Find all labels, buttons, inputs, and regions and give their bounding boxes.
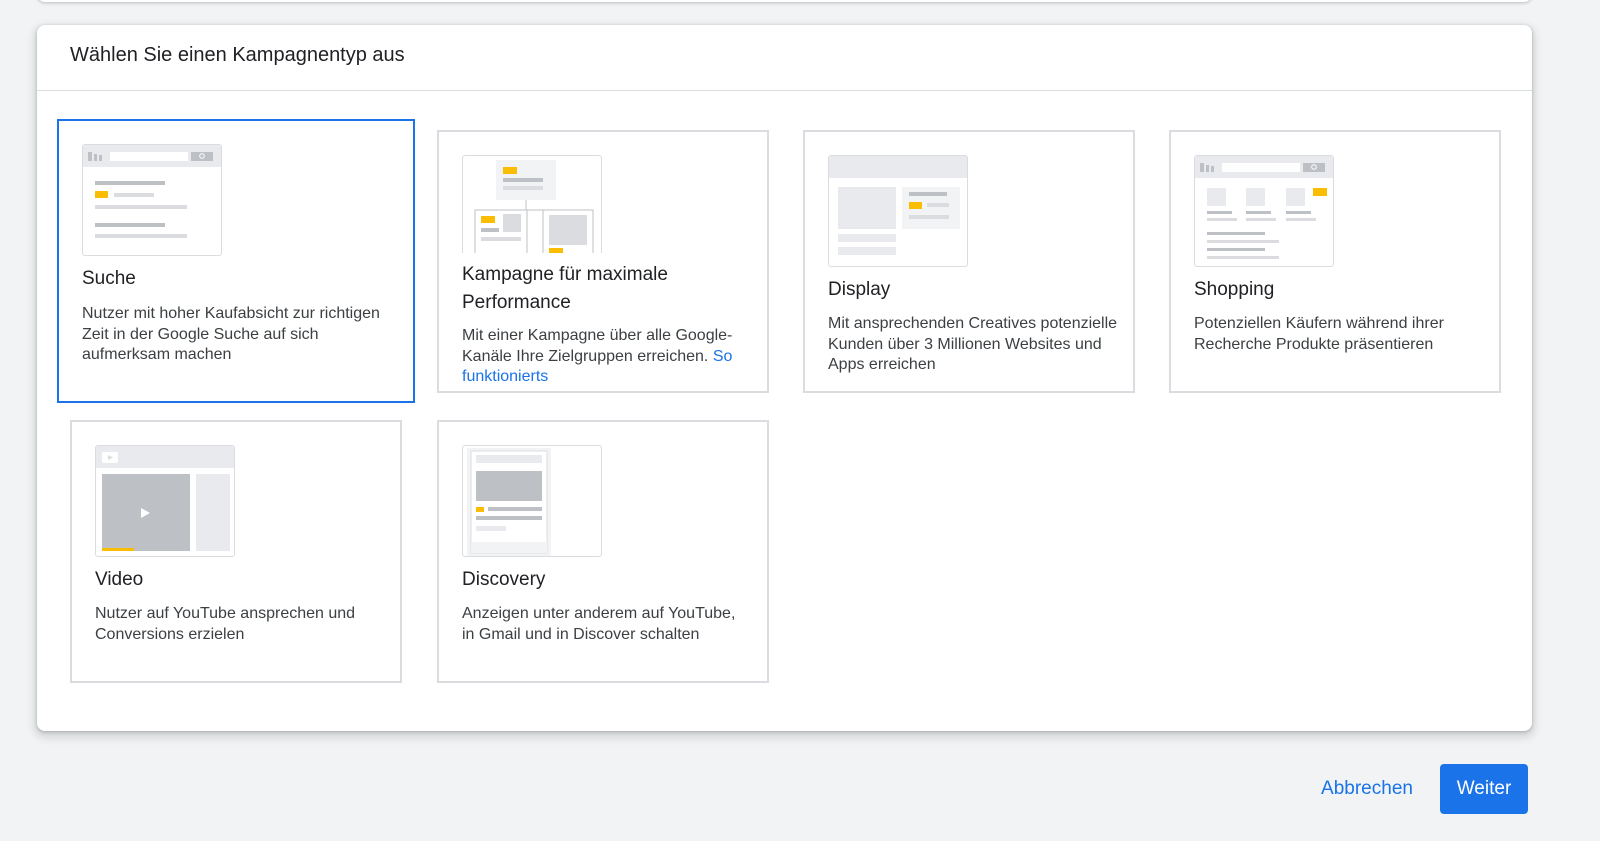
card-title: Suche (82, 268, 136, 289)
card-description: Potenziellen Käufern während ihrer Reche… (1194, 315, 1444, 353)
card-description: Anzeigen unter anderem auf YouTube, in G… (462, 605, 736, 643)
campaign-card-discovery[interactable]: Discovery Anzeigen unter anderem auf You… (437, 420, 769, 683)
card-description-text: Mit einer Kampagne über alle Google-Kanä… (462, 327, 733, 365)
campaign-card-search[interactable]: Suche Nutzer mit hoher Kaufabsicht zur r… (57, 119, 415, 403)
card-description: Nutzer auf YouTube ansprechen und Conver… (95, 605, 356, 643)
display-illustration-icon (828, 155, 968, 267)
previous-panel-edge (37, 0, 1532, 2)
next-button[interactable]: Weiter (1440, 764, 1528, 814)
card-description: Mit ansprechenden Creatives potenzielle … (828, 315, 1118, 373)
video-illustration-icon (95, 445, 235, 557)
performance-max-illustration-icon (462, 155, 602, 253)
campaign-card-performance-max[interactable]: Kampagne für maximale Performance Mit ei… (437, 130, 769, 393)
cancel-button[interactable]: Abbrechen (1304, 764, 1430, 814)
card-title: Shopping (1194, 279, 1275, 300)
card-description: Nutzer mit hoher Kaufabsicht zur richtig… (82, 305, 380, 363)
card-title: Kampagne für maximale Performance (462, 264, 668, 313)
campaign-card-video[interactable]: Video Nutzer auf YouTube ansprechen und … (70, 420, 402, 683)
card-title: Display (828, 279, 891, 300)
card-title: Video (95, 569, 144, 590)
campaign-card-shopping[interactable]: Shopping Potenziellen Käufern während ih… (1169, 130, 1501, 393)
card-description: Mit einer Kampagne über alle Google-Kanä… (462, 326, 752, 388)
search-illustration-icon (82, 144, 222, 256)
dialog-divider (37, 90, 1532, 91)
card-title: Discovery (462, 569, 546, 590)
shopping-illustration-icon (1194, 155, 1334, 267)
campaign-card-display[interactable]: Display Mit ansprechenden Creatives pote… (803, 130, 1135, 393)
dialog-title: Wählen Sie einen Kampagnentyp aus (70, 44, 405, 66)
campaign-type-dialog: Wählen Sie einen Kampagnentyp aus Suche … (37, 25, 1532, 731)
discovery-illustration-icon (462, 445, 602, 557)
